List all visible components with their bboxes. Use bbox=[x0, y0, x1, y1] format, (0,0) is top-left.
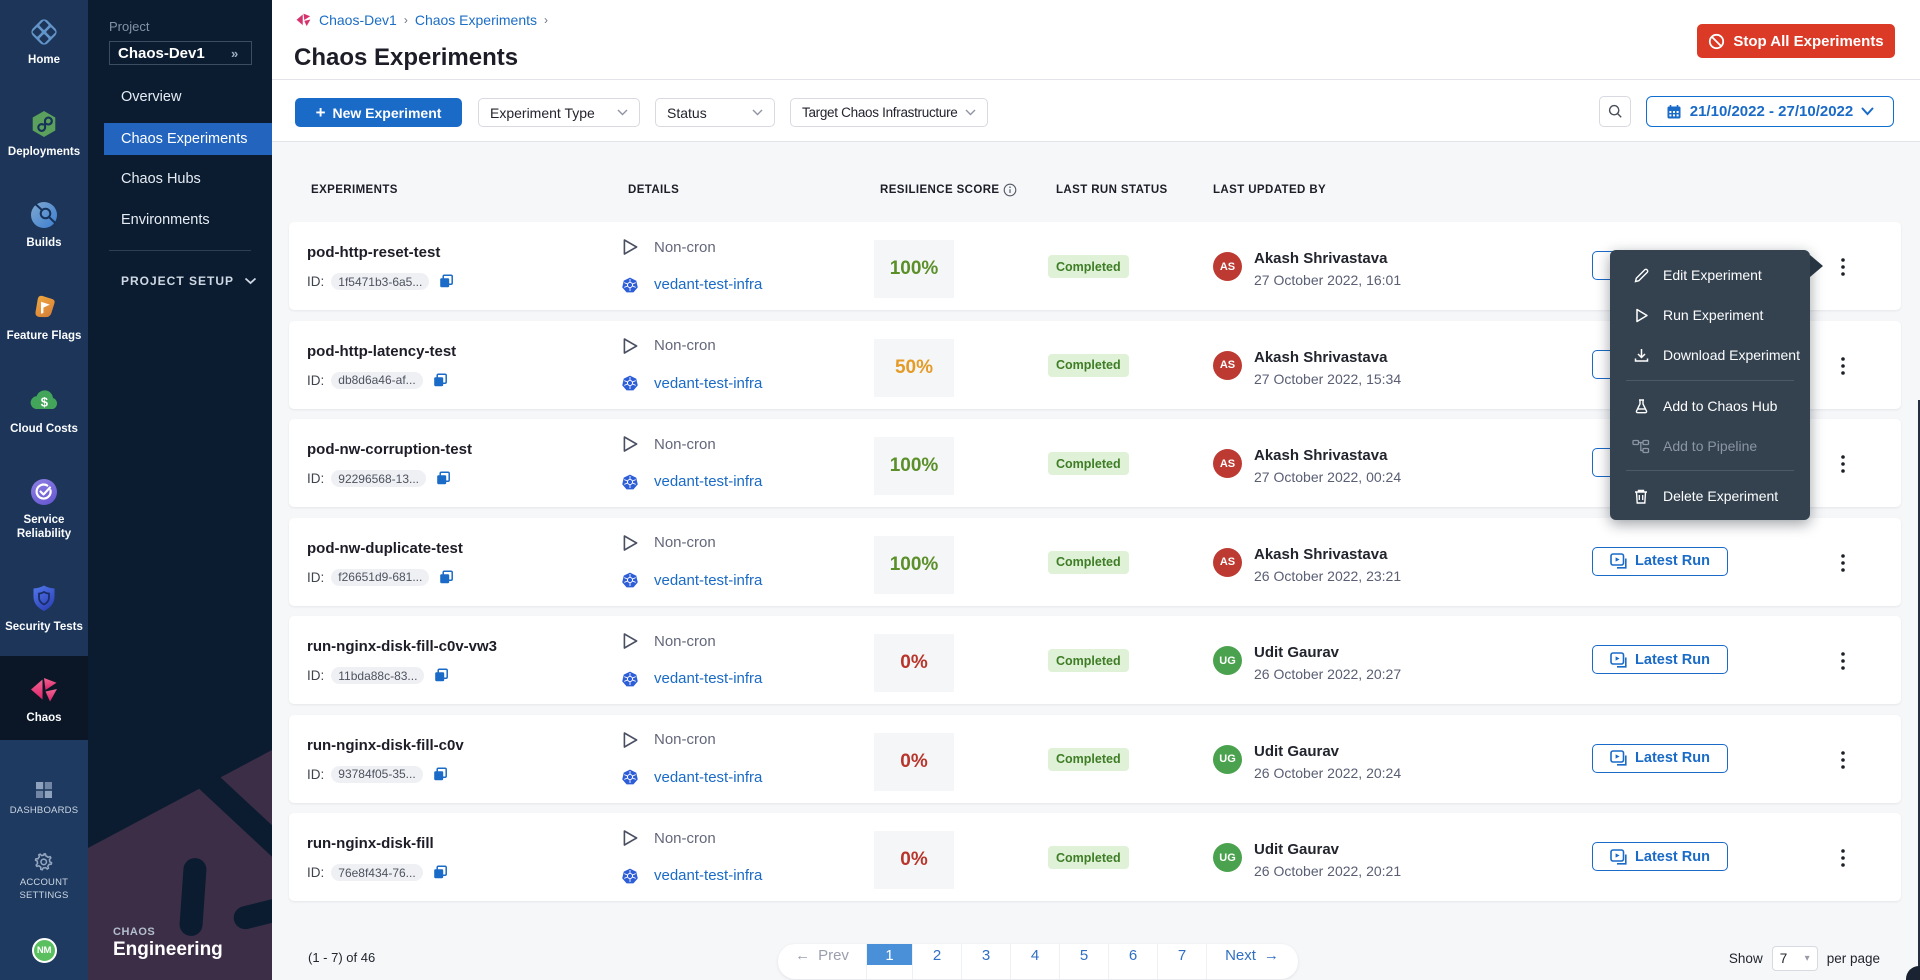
svg-text:$: $ bbox=[41, 395, 49, 410]
